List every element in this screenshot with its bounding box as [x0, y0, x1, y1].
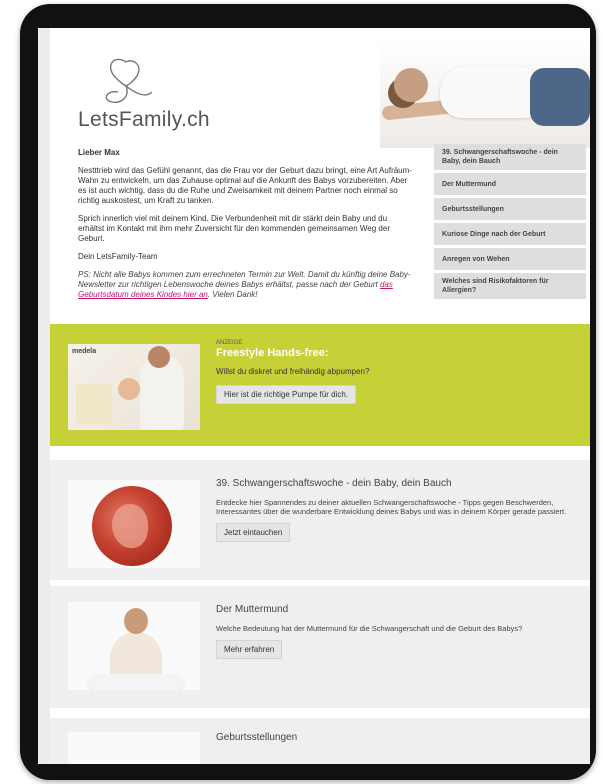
- letter-paragraph-1: Nestttrieb wird das Gefühl genannt, das …: [78, 166, 412, 205]
- hero-image-pregnant-woman: [380, 38, 590, 148]
- ps-text: PS: Nicht alle Babys kommen zum errechne…: [78, 270, 411, 289]
- article-body: Geburtsstellungen: [216, 732, 574, 752]
- logo-mark-icon: [105, 58, 153, 103]
- letter-body: Lieber Max Nestttrieb wird das Gefühl ge…: [78, 148, 414, 308]
- article-body: Der Muttermund Welche Bedeutung hat der …: [216, 604, 574, 659]
- article-text: Entdecke hier Spannendes zu deiner aktue…: [216, 498, 567, 516]
- article-body: 39. Schwangerschaftswoche - dein Baby, d…: [216, 478, 574, 542]
- letter-signature: Dein LetsFamily-Team: [78, 252, 158, 261]
- article-title[interactable]: Geburtsstellungen: [216, 732, 574, 743]
- ad-banner: medela ANZEIGE Freestyle Hands-free: Wil…: [50, 324, 590, 446]
- article-title[interactable]: Der Muttermund: [216, 604, 574, 615]
- article-thumbnail[interactable]: [68, 480, 200, 568]
- article-thumbnail[interactable]: [68, 732, 200, 764]
- sidebar-item-ssw39[interactable]: 39. Schwangerschaftswoche - dein Baby, d…: [434, 144, 586, 170]
- ad-title[interactable]: Freestyle Hands-free:: [216, 347, 576, 359]
- ad-content: ANZEIGE Freestyle Hands-free: Willst du …: [216, 340, 576, 404]
- greeting: Lieber Max: [78, 148, 120, 157]
- sidebar-item-wehen[interactable]: Anregen von Wehen: [434, 248, 586, 270]
- screen: LetsFamily.ch Lieber Max Nestttrieb wird…: [38, 28, 590, 764]
- article-thumbnail[interactable]: [68, 602, 200, 690]
- ad-brand-logo: medela: [72, 348, 97, 355]
- sidebar-menu: 39. Schwangerschaftswoche - dein Baby, d…: [434, 144, 586, 302]
- sidebar-item-kuriose-dinge[interactable]: Kuriose Dinge nach der Geburt: [434, 223, 586, 245]
- ps-suffix: . Vielen Dank!: [207, 290, 258, 299]
- article-button[interactable]: Jetzt eintauchen: [216, 523, 291, 542]
- article-title[interactable]: 39. Schwangerschaftswoche - dein Baby, d…: [216, 478, 574, 489]
- letter-paragraph-2: Sprich innerlich viel mit deinem Kind. D…: [78, 214, 390, 243]
- article-text: Welche Bedeutung hat der Muttermund für …: [216, 624, 523, 633]
- letter-ps: PS: Nicht alle Babys kommen zum errechne…: [78, 270, 414, 300]
- article-card: Der Muttermund Welche Bedeutung hat der …: [50, 586, 590, 708]
- ad-cta-button[interactable]: Hier ist die richtige Pumpe für dich.: [216, 385, 357, 404]
- sidebar-item-geburtsstellungen[interactable]: Geburtsstellungen: [434, 198, 586, 220]
- ad-text: Willst du diskret und freihändig abpumpe…: [216, 367, 370, 376]
- article-card: 39. Schwangerschaftswoche - dein Baby, d…: [50, 460, 590, 580]
- article-button[interactable]: Mehr erfahren: [216, 640, 283, 659]
- logo-text[interactable]: LetsFamily.ch: [78, 108, 210, 132]
- ad-label: ANZEIGE: [216, 340, 243, 346]
- sidebar-item-allergien[interactable]: Welches sind Risikofaktoren für Allergie…: [434, 273, 586, 299]
- ad-image[interactable]: medela: [68, 344, 200, 430]
- newsletter-email: LetsFamily.ch Lieber Max Nestttrieb wird…: [50, 28, 590, 764]
- article-card: Geburtsstellungen: [50, 718, 590, 764]
- sidebar-item-muttermund[interactable]: Der Muttermund: [434, 173, 586, 195]
